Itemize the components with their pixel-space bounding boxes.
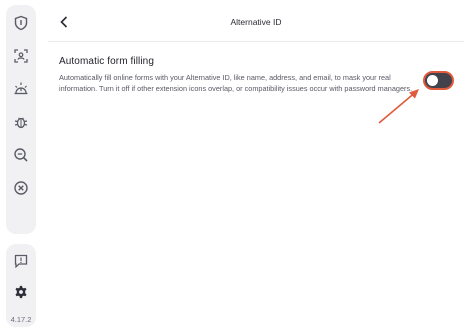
gear-icon[interactable] <box>11 282 31 302</box>
shield-icon[interactable] <box>13 15 29 31</box>
page-title: Alternative ID <box>230 17 282 27</box>
sidebar-footer: 4.17.2 <box>6 244 36 327</box>
search-minus-icon[interactable] <box>13 147 29 163</box>
user-scan-icon[interactable] <box>13 48 29 64</box>
close-circle-icon[interactable] <box>13 180 29 196</box>
toggle-knob <box>427 75 438 86</box>
setting-title: Automatic form filling <box>59 56 155 67</box>
annotation-arrow <box>378 89 419 124</box>
form-filling-setting: Automatic form filling Automatically fil… <box>59 56 419 94</box>
sun-alert-icon[interactable] <box>13 81 29 97</box>
bug-icon[interactable] <box>13 114 29 130</box>
page-header: Alternative ID <box>48 0 464 42</box>
setting-description: Automatically fill online forms with you… <box>59 73 413 94</box>
feedback-icon[interactable] <box>13 253 29 269</box>
form-filling-toggle[interactable] <box>423 71 454 90</box>
sidebar-nav <box>6 5 36 234</box>
version-label: 4.17.2 <box>10 315 32 324</box>
